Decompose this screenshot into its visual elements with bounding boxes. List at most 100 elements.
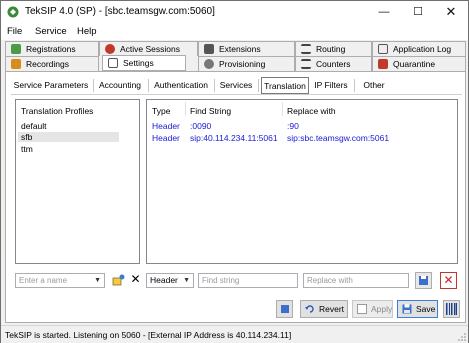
subtab-other[interactable]: Other [357,77,391,94]
app-window: TekSIP 4.0 (SP) - [sbc.teamsgw.com:5060]… [0,0,469,343]
stop-icon [281,305,289,313]
tab-label: Application Log [393,44,452,54]
menu-help[interactable]: Help [77,26,97,37]
close-icon: ✕ [130,272,141,286]
cell-find: sip:40.114.234.11:5061 [190,133,278,143]
revert-label: Revert [319,304,345,314]
status-bar: TekSIP is started. Listening on 5060 - [… [1,325,468,343]
column-divider [282,102,283,116]
profiles-list[interactable]: Translation Profiles default sfb ttm [15,99,140,264]
profile-item-sfb[interactable]: sfb [18,132,119,142]
tab-label: Provisioning [219,59,266,69]
apply-label: Apply [371,304,393,314]
cell-replace: :90 [287,121,299,131]
resize-grip-icon[interactable] [458,333,466,341]
provisioning-icon [204,59,214,69]
save-label: Save [416,304,436,314]
recordings-icon [11,59,21,69]
tab-registrations[interactable]: Registrations [5,41,99,56]
profile-name-placeholder: Enter a name [19,276,68,285]
profile-item-ttm[interactable]: ttm [21,144,33,154]
window-title: TekSIP 4.0 (SP) - [sbc.teamsgw.com:5060] [25,6,215,17]
replace-with-input[interactable]: Replace with [303,273,409,288]
subtab-ip-filters[interactable]: IP Filters [312,77,350,94]
cell-replace: sip:sbc.teamsgw.com:5061 [287,133,390,143]
extensions-icon [204,44,214,54]
tab-label: Recordings [26,59,69,69]
tab-label: Counters [316,59,351,69]
delete-rule-button[interactable]: ✕ [440,272,457,289]
save-rule-icon [419,276,428,285]
subtab-divider [148,79,149,92]
subtab-translation[interactable]: Translation [261,77,309,94]
quarantine-icon [378,59,388,69]
subtab-divider [93,79,94,92]
column-header-replace[interactable]: Replace with [287,106,336,116]
subtab-underline [11,94,462,95]
sessions-icon [105,44,115,54]
menu-service[interactable]: Service [35,26,67,37]
log-icon [378,44,388,54]
column-header-find[interactable]: Find String [190,106,231,116]
routing-icon [301,44,311,54]
menu-file[interactable]: File [7,26,22,37]
close-window-button[interactable]: ✕ [434,1,468,23]
checkbox-icon [357,304,367,314]
settings-icon [108,58,118,68]
tab-label: Registrations [26,44,76,54]
status-message: TekSIP is started. Listening on 5060 - [… [5,330,292,340]
tab-label: Active Sessions [120,44,180,54]
subtab-divider [258,79,259,92]
tab-recordings[interactable]: Recordings [5,56,99,71]
subtab-divider [354,79,355,92]
column-divider [185,102,186,116]
stop-button[interactable] [276,300,293,318]
barcode-icon [446,303,457,315]
menu-bar: File Service Help [1,23,468,40]
delete-icon: ✕ [443,273,454,287]
subtab-service-parameters[interactable]: Service Parameters [13,77,89,94]
title-bar: TekSIP 4.0 (SP) - [sbc.teamsgw.com:5060]… [1,1,468,23]
cell-find: :0090 [190,121,212,131]
tab-settings[interactable]: Settings [102,55,186,71]
save-rule-button[interactable] [415,272,432,289]
chevron-down-icon: ▼ [94,277,101,284]
translation-rules-table: Type Find String Replace with Header :00… [146,99,458,264]
maximize-button[interactable]: ☐ [401,1,435,23]
tab-extensions[interactable]: Extensions [198,41,295,56]
subtab-authentication[interactable]: Authentication [151,77,211,94]
apply-button[interactable]: Apply [352,300,393,318]
find-string-input[interactable]: Find string [198,273,298,288]
subtab-accounting[interactable]: Accounting [96,77,144,94]
tab-application-log[interactable]: Application Log [372,41,466,56]
subtab-divider [214,79,215,92]
tab-label: Settings [123,58,154,68]
registrations-icon [11,44,21,54]
profiles-header: Translation Profiles [21,106,94,116]
profile-item-default[interactable]: default [21,121,47,131]
add-profile-icon [112,274,125,286]
tab-routing[interactable]: Routing [295,41,372,56]
tab-label: Quarantine [393,59,436,69]
subtab-services[interactable]: Services [217,77,255,94]
minimize-button[interactable]: — [367,1,401,23]
more-options-button[interactable] [443,300,460,318]
tab-label: Extensions [219,44,261,54]
cell-type: Header [152,133,180,143]
tab-quarantine[interactable]: Quarantine [372,56,466,71]
tab-counters[interactable]: Counters [295,56,372,71]
add-profile-button[interactable] [110,272,127,289]
tab-label: Routing [316,44,346,54]
cell-type: Header [152,121,180,131]
counters-icon [301,59,311,69]
tab-provisioning[interactable]: Provisioning [198,56,295,71]
delete-profile-button[interactable]: ✕ [127,272,144,289]
profile-name-combo[interactable]: Enter a name ▼ [15,273,105,288]
rule-type-value: Header [150,275,178,285]
tab-active-sessions[interactable]: Active Sessions [99,41,198,56]
rule-type-select[interactable]: Header ▼ [146,273,194,288]
app-logo-icon [7,6,19,18]
column-header-type[interactable]: Type [152,106,170,116]
save-button[interactable]: Save [397,300,438,318]
revert-button[interactable]: Revert [300,300,348,318]
